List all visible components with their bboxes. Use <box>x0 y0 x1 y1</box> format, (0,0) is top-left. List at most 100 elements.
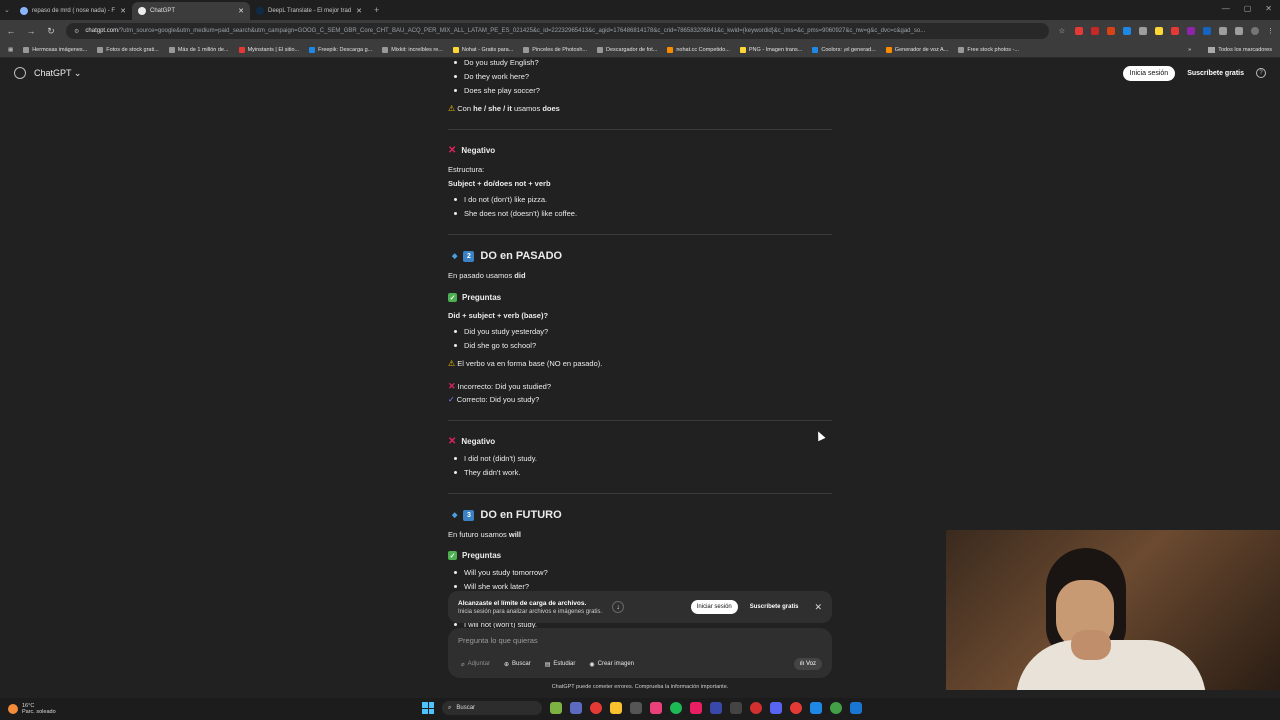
warning-icon: ⚠ <box>448 359 456 368</box>
tab-deepl[interactable]: DeepL Translate - El mejor trad ✕ <box>250 2 368 20</box>
deepl-favicon-icon <box>256 7 264 15</box>
bookmarks-overflow-icon[interactable]: » <box>1188 47 1191 53</box>
discord-icon[interactable] <box>770 702 782 714</box>
new-tab-icon[interactable]: + <box>374 5 379 15</box>
site-info-icon[interactable]: ⚙ <box>74 28 79 35</box>
taskbar-app-icon[interactable] <box>790 702 802 714</box>
taskbar-app-icon[interactable] <box>550 702 562 714</box>
create-image-button[interactable]: ◉ Crear imagen <box>586 659 637 670</box>
browser-menu-icon[interactable]: ⋮ <box>1267 27 1274 35</box>
bookmark-item[interactable]: Myinstants | El sitio... <box>238 46 299 53</box>
cross-mark-icon: ✕ <box>448 145 457 156</box>
spotify-icon[interactable] <box>670 702 682 714</box>
extension-icon[interactable] <box>1091 27 1099 35</box>
bookmark-item[interactable]: Mixkit: increíbles re... <box>382 46 443 53</box>
study-button[interactable]: ▤ Estudiar <box>542 659 579 670</box>
copilot-icon[interactable] <box>570 702 582 714</box>
login-button[interactable]: Inicia sesión <box>1122 65 1176 81</box>
taskbar-search[interactable]: ⌕ Buscar <box>442 701 542 715</box>
incorrect-line: ✕ Incorrecto: Did you studied? <box>448 381 552 391</box>
tab-search-icon[interactable]: ⌄ <box>4 6 14 14</box>
file-explorer-icon[interactable] <box>610 702 622 714</box>
maximize-icon[interactable]: ▢ <box>1244 4 1252 13</box>
bookmark-item[interactable]: Generador de voz A... <box>885 46 948 53</box>
close-icon[interactable]: ✕ <box>814 602 822 613</box>
help-icon[interactable]: ? <box>1256 68 1266 78</box>
message-composer[interactable]: Pregunta lo que quieras ⌀ Adjuntar ⊕ Busca… <box>448 628 832 678</box>
bookmark-item[interactable]: Fotos de stock grati... <box>97 46 159 53</box>
tab-close-icon[interactable]: ✕ <box>120 7 126 15</box>
check-mark-icon: ✓ <box>448 395 455 404</box>
list-item: I do not (don't) like pizza. <box>453 195 548 204</box>
bookmark-favicon-icon <box>23 46 30 53</box>
model-selector[interactable]: ChatGPT ⌄ <box>34 68 81 79</box>
bookmark-item[interactable]: Free stock photos -... <box>958 46 1019 53</box>
bookmark-item[interactable]: Más de 1 millón de... <box>168 46 229 53</box>
bookmark-favicon-icon <box>97 46 104 53</box>
word-icon[interactable] <box>810 702 822 714</box>
extension-icon[interactable] <box>1187 27 1195 35</box>
notice-signup-button[interactable]: Suscríbete gratis <box>746 600 803 614</box>
list-item: I did not (didn't) study. <box>454 454 537 463</box>
section-heading: ✓ Preguntas <box>448 551 502 560</box>
intro-line: En pasado usamos did <box>448 271 526 280</box>
tab-close-icon[interactable]: ✕ <box>238 7 244 15</box>
windows-start-icon[interactable] <box>422 702 434 714</box>
taskbar-app-icon[interactable] <box>650 702 662 714</box>
bookmark-item[interactable]: Hermosas imágenes... <box>23 46 87 53</box>
list-item: Do they work here? <box>453 72 530 81</box>
list-item: Did you study yesterday? <box>453 327 549 336</box>
extension-icon[interactable] <box>1219 27 1227 35</box>
notice-login-button[interactable]: Iniciar sesión <box>690 600 738 614</box>
divider <box>448 420 832 421</box>
extension-icon[interactable] <box>1075 27 1083 35</box>
structure-formula: Subject + do/does not + verb <box>448 179 551 188</box>
scroll-down-icon[interactable]: ↓ <box>612 601 625 613</box>
chrome-icon[interactable] <box>590 702 602 714</box>
apps-grid-icon[interactable]: ▦ <box>8 47 13 53</box>
taskbar-app-icon[interactable] <box>630 702 642 714</box>
chrome-icon[interactable] <box>830 702 842 714</box>
tab-repaso[interactable]: repaso de mrd ( nose nada) - F ✕ <box>14 2 132 20</box>
close-window-icon[interactable]: ✕ <box>1265 4 1272 13</box>
prompt-input[interactable]: Pregunta lo que quieras <box>458 636 822 645</box>
extension-icon[interactable] <box>1123 27 1131 35</box>
section-title-future: ◆ 3 DO en FUTURO <box>452 509 562 521</box>
extensions-puzzle-icon[interactable] <box>1235 27 1243 35</box>
taskbar-app-icon[interactable] <box>850 702 862 714</box>
taskbar-app-icon[interactable] <box>710 702 722 714</box>
profile-avatar[interactable] <box>1251 27 1259 35</box>
list-item: She does not (doesn't) like coffee. <box>453 209 578 218</box>
weather-widget[interactable]: 16°C Parc. soleado <box>8 703 56 715</box>
bookmark-item[interactable]: Freepik: Descarga g... <box>309 46 372 53</box>
tab-close-icon[interactable]: ✕ <box>356 7 362 15</box>
reload-icon[interactable]: ↻ <box>46 26 56 37</box>
disclaimer: ChatGPT puede cometer errores. Comprueba… <box>551 684 729 690</box>
number-badge-icon: 2 <box>463 250 475 262</box>
section-title-past: ◆ 2 DO en PASADO <box>452 250 563 262</box>
book-icon: ▤ <box>544 661 551 668</box>
voice-button[interactable]: ılı Voz <box>793 658 822 670</box>
search-icon: ⌕ <box>448 704 452 711</box>
section-heading: ✕ Negativo <box>448 145 496 156</box>
back-icon[interactable]: ← <box>6 26 16 36</box>
image-icon: ◉ <box>589 661 595 668</box>
taskbar-app-icon[interactable] <box>730 702 742 714</box>
extension-icon[interactable] <box>1139 27 1147 35</box>
minimize-icon[interactable]: — <box>1222 4 1230 13</box>
signup-button[interactable]: Suscríbete gratis <box>1183 66 1248 81</box>
music-icon[interactable] <box>690 702 702 714</box>
tab-chatgpt[interactable]: ChatGPT ✕ <box>132 2 250 20</box>
all-bookmarks[interactable]: » Todos los marcadores <box>1188 46 1272 53</box>
extension-icon[interactable] <box>1107 27 1115 35</box>
forward-icon[interactable]: → <box>26 26 36 36</box>
extension-icon[interactable] <box>1155 27 1163 35</box>
taskbar-app-icon[interactable] <box>750 702 762 714</box>
notice-text: Alcanzaste el límite de carga de archivo… <box>458 599 603 615</box>
extension-icon[interactable] <box>1171 27 1179 35</box>
extension-icon[interactable] <box>1203 27 1211 35</box>
bookmark-star-icon[interactable]: ☆ <box>1059 27 1065 35</box>
search-button[interactable]: ⊕ Buscar <box>501 659 534 670</box>
attach-button[interactable]: ⌀ Adjuntar <box>458 659 493 670</box>
bookmark-favicon-icon <box>382 46 389 53</box>
